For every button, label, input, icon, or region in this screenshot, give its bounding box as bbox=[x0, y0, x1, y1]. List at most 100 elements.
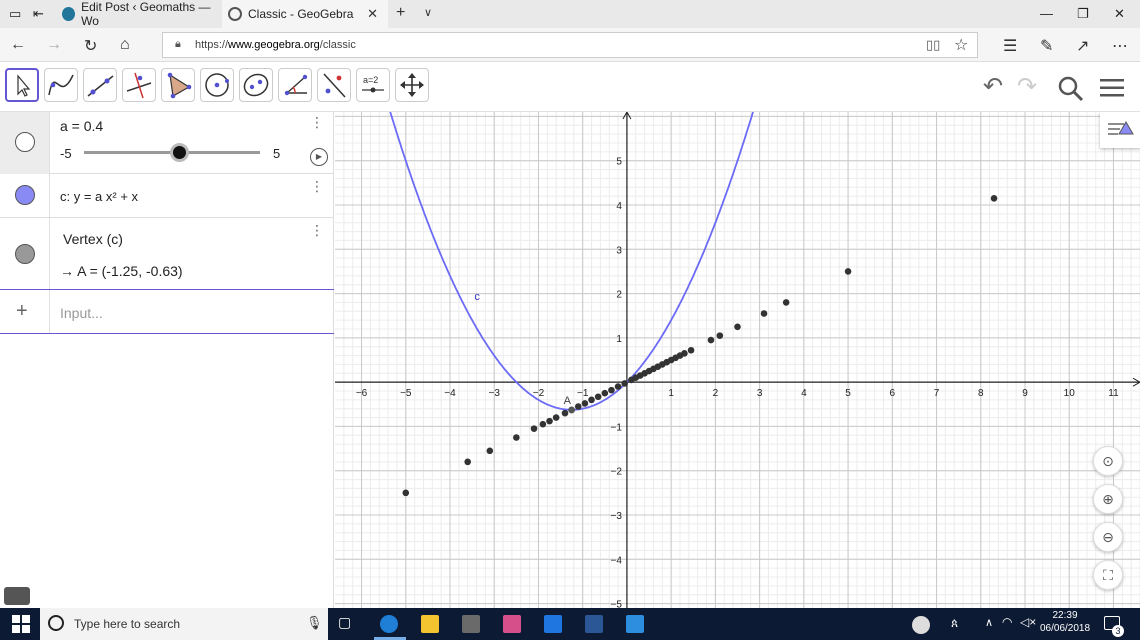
slider-knob[interactable] bbox=[170, 143, 189, 162]
polygon-tool-button[interactable] bbox=[161, 68, 195, 102]
home-icon[interactable]: ⌂ bbox=[120, 36, 130, 54]
slider-definition[interactable]: a = 0.4 bbox=[60, 118, 103, 134]
microphone-icon[interactable]: 🎙︎ bbox=[306, 615, 323, 631]
row-divider bbox=[49, 218, 50, 289]
task-view-icon[interactable]: ▢ bbox=[338, 614, 351, 631]
geogebra-tray-icon[interactable] bbox=[912, 616, 930, 634]
x-tick-label: −1 bbox=[577, 388, 589, 399]
minimize-button[interactable]: — bbox=[1040, 6, 1053, 21]
circle-center-point-icon bbox=[205, 73, 229, 97]
windows-taskbar: Type here to search 🎙︎ ▢ ጰ ∧ ◠ ◁× 22:39 … bbox=[0, 608, 1140, 640]
graphics-view[interactable]: −6 −5 −4 −3 −2 −1 1 2 3 4 5 6 7 8 9 10 11 5 4 3 2 1 −1 −2 −3 −4 −5… bbox=[335, 112, 1140, 608]
trace-point bbox=[844, 268, 852, 275]
forward-icon[interactable]: → bbox=[46, 36, 62, 54]
x-tick-label: 3 bbox=[757, 388, 763, 399]
function-definition[interactable]: c: y = a x² + x bbox=[60, 189, 138, 204]
clock-date: 06/06/2018 bbox=[1040, 623, 1091, 634]
onedrive-icon[interactable] bbox=[626, 615, 644, 633]
fullscreen-button[interactable]: ⛶ bbox=[1093, 560, 1123, 590]
visibility-toggle[interactable] bbox=[15, 185, 35, 205]
restore-button[interactable]: ❐ bbox=[1077, 6, 1089, 22]
visibility-toggle[interactable] bbox=[15, 244, 35, 264]
favorites-hub-icon[interactable]: ☰ bbox=[1003, 36, 1017, 56]
people-icon[interactable]: ጰ bbox=[951, 616, 958, 631]
input-bar[interactable]: Input... bbox=[60, 305, 103, 321]
new-tab-button[interactable]: + bbox=[396, 4, 405, 22]
slider-tool-button[interactable]: a=2 bbox=[356, 68, 390, 102]
trace-point bbox=[486, 447, 494, 455]
trace-point bbox=[588, 396, 595, 404]
edge-browser-icon[interactable] bbox=[380, 615, 398, 633]
undo-icon[interactable]: ↶ bbox=[983, 72, 1003, 101]
tab-edit-post[interactable]: Edit Post ‹ Geomaths — Wo bbox=[56, 0, 222, 28]
vertex-command[interactable]: Vertex (c) bbox=[63, 231, 123, 247]
move-tool-button[interactable] bbox=[5, 68, 39, 102]
move-graphics-tool-button[interactable] bbox=[395, 68, 429, 102]
zoom-out-button[interactable]: ⊖ bbox=[1093, 522, 1123, 552]
home-view-button[interactable]: ⊙ bbox=[1093, 446, 1123, 476]
address-bar[interactable]: 🔒︎ https://www.geogebra.org/classic ▯▯ ☆ bbox=[162, 32, 978, 58]
volume-muted-icon[interactable]: ◁× bbox=[1020, 615, 1036, 629]
trace-point bbox=[402, 489, 410, 497]
more-menu-icon[interactable]: ⋯ bbox=[1112, 36, 1128, 56]
paint-icon[interactable] bbox=[503, 615, 521, 633]
hamburger-menu-icon[interactable] bbox=[1099, 76, 1127, 100]
y-tick-label: 1 bbox=[616, 334, 622, 345]
play-animation-icon[interactable]: ▶ bbox=[310, 148, 328, 166]
word-icon[interactable] bbox=[585, 615, 603, 633]
x-tick-label: 1 bbox=[668, 388, 674, 399]
tab-preview-icon[interactable]: ▭ bbox=[9, 6, 21, 22]
geogebra-icon bbox=[228, 7, 242, 21]
dropbox-icon[interactable] bbox=[544, 615, 562, 633]
y-tick-label: −2 bbox=[611, 467, 623, 478]
vertex-point bbox=[568, 406, 575, 414]
windows-start-icon[interactable] bbox=[11, 614, 31, 634]
function-tool-button[interactable] bbox=[44, 68, 78, 102]
crosshair-icon: ⊙ bbox=[1102, 452, 1114, 469]
row-menu-icon[interactable]: ⋮ bbox=[310, 222, 324, 239]
taskbar-search-box[interactable]: Type here to search 🎙︎ bbox=[40, 608, 328, 640]
close-tab-icon[interactable]: ✕ bbox=[367, 6, 378, 22]
x-tick-label: −5 bbox=[400, 388, 412, 399]
trace-point bbox=[734, 323, 741, 331]
fullscreen-icon: ⛶ bbox=[1103, 566, 1113, 583]
keyboard-icon[interactable] bbox=[4, 587, 30, 605]
style-bar-toggle[interactable] bbox=[1100, 112, 1140, 148]
coordinate-plane[interactable]: −6 −5 −4 −3 −2 −1 1 2 3 4 5 6 7 8 9 10 1154321−1−2−3−4−5… bbox=[335, 112, 1140, 608]
row-menu-icon[interactable]: ⋮ bbox=[310, 178, 324, 195]
notes-pen-icon[interactable]: ✎ bbox=[1040, 36, 1053, 56]
perpendicular-line-icon bbox=[126, 72, 152, 99]
wifi-icon[interactable]: ◠ bbox=[1002, 615, 1012, 629]
tabs-aside-icon[interactable]: ⇤ bbox=[33, 6, 44, 22]
zoom-in-button[interactable]: ⊕ bbox=[1093, 484, 1123, 514]
reflect-about-line-icon bbox=[323, 73, 346, 98]
ellipse-tool-button[interactable] bbox=[239, 68, 273, 102]
reflect-tool-button[interactable] bbox=[317, 68, 351, 102]
circle-tool-button[interactable] bbox=[200, 68, 234, 102]
row-menu-icon[interactable]: ⋮ bbox=[310, 114, 324, 131]
reading-view-icon[interactable]: ▯▯ bbox=[926, 37, 940, 53]
back-icon[interactable]: ← bbox=[10, 36, 26, 54]
refresh-icon[interactable]: ↻ bbox=[84, 36, 97, 56]
zoom-in-icon: ⊕ bbox=[1102, 490, 1114, 507]
redo-icon[interactable]: ↷ bbox=[1017, 72, 1037, 101]
line-tool-button[interactable] bbox=[83, 68, 117, 102]
taskbar-clock[interactable]: 22:39 06/06/2018 bbox=[1040, 610, 1090, 634]
search-icon[interactable] bbox=[1056, 74, 1086, 104]
visibility-toggle[interactable] bbox=[15, 132, 35, 152]
file-explorer-icon[interactable] bbox=[421, 615, 439, 633]
share-icon[interactable]: ↗ bbox=[1076, 36, 1089, 56]
store-icon[interactable] bbox=[462, 615, 480, 633]
vertex-label: A bbox=[564, 395, 572, 407]
tab-list-chevron-icon[interactable]: ∨ bbox=[424, 6, 432, 19]
tab-geogebra[interactable]: Classic - GeoGebra ✕ bbox=[222, 0, 388, 28]
x-tick-label: −4 bbox=[444, 388, 456, 399]
tray-chevron-icon[interactable]: ∧ bbox=[985, 616, 993, 629]
favorite-star-icon[interactable]: ☆ bbox=[954, 35, 968, 55]
angle-tool-button[interactable] bbox=[278, 68, 312, 102]
perpendicular-tool-button[interactable] bbox=[122, 68, 156, 102]
y-tick-label: −4 bbox=[611, 555, 623, 566]
curve-label: c bbox=[474, 291, 480, 303]
add-item-plus-icon[interactable]: + bbox=[16, 300, 28, 323]
close-window-button[interactable]: ✕ bbox=[1114, 6, 1125, 22]
